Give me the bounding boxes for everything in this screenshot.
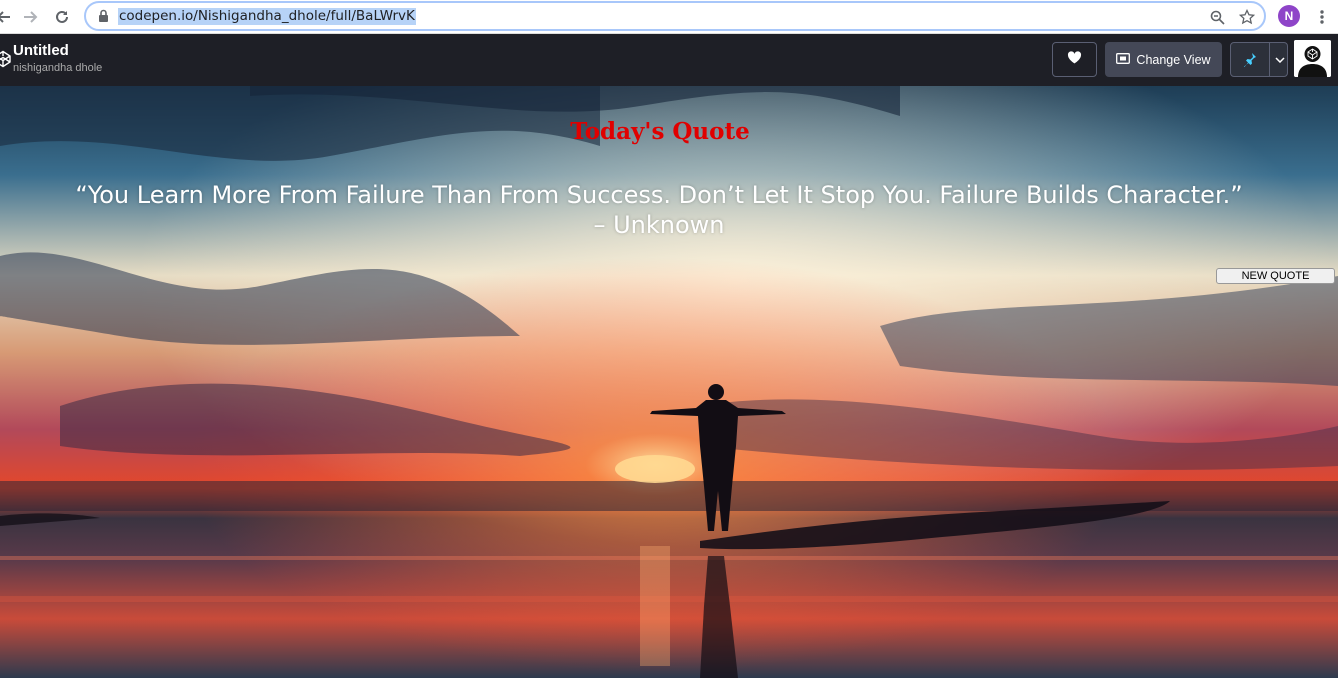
quote-page: Today's Quote “You Learn More From Failu… [0, 86, 1338, 678]
kebab-menu-icon[interactable] [1311, 5, 1333, 29]
url-text[interactable]: codepen.io/Nishigandha_dhole/full/BaLWrv… [118, 8, 416, 25]
quote-block: “You Learn More From Failure Than From S… [20, 180, 1298, 240]
page-heading: Today's Quote [570, 118, 750, 145]
codepen-logo-icon[interactable] [0, 50, 12, 68]
address-bar[interactable]: codepen.io/Nishigandha_dhole/full/BaLWrv… [84, 1, 1266, 31]
heart-icon [1067, 50, 1082, 69]
new-quote-button[interactable]: NEW QUOTE [1216, 268, 1335, 284]
browser-toolbar: codepen.io/Nishigandha_dhole/full/BaLWrv… [0, 0, 1338, 34]
heart-button[interactable] [1052, 42, 1097, 77]
pen-author[interactable]: nishigandha dhole [13, 62, 102, 74]
pin-icon[interactable] [1231, 43, 1269, 76]
pen-title[interactable]: Untitled [13, 42, 69, 59]
lock-icon [98, 9, 109, 28]
profile-avatar[interactable]: N [1278, 5, 1300, 27]
star-icon[interactable] [1236, 6, 1258, 28]
reload-icon[interactable] [50, 5, 74, 29]
chevron-down-icon[interactable] [1269, 43, 1289, 76]
sunset-background-image [0, 86, 1338, 678]
change-view-icon [1116, 52, 1131, 67]
forward-icon[interactable] [18, 5, 42, 29]
quote-text: “You Learn More From Failure Than From S… [75, 181, 1243, 209]
user-avatar[interactable] [1294, 40, 1331, 77]
quote-author: – Unknown [593, 211, 725, 239]
pin-button[interactable] [1230, 42, 1288, 77]
zoom-icon[interactable] [1206, 6, 1228, 28]
codepen-header: Untitled nishigandha dhole Change View [0, 34, 1338, 86]
change-view-button[interactable]: Change View [1105, 42, 1222, 77]
change-view-label: Change View [1136, 52, 1211, 67]
back-icon[interactable] [0, 5, 16, 29]
